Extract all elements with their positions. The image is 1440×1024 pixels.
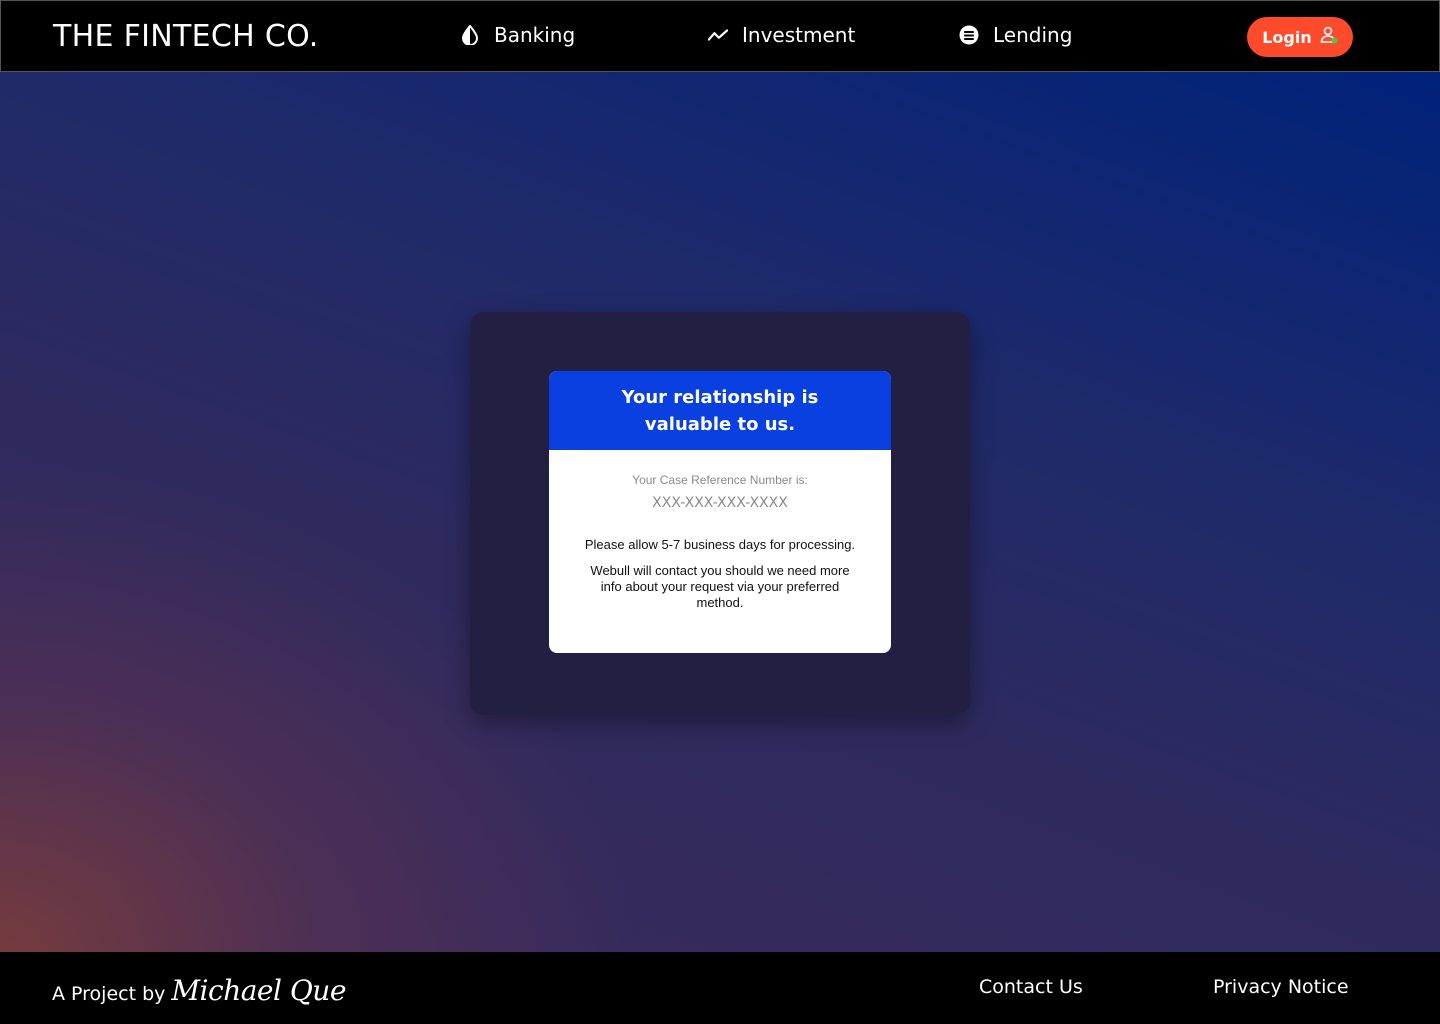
processing-note: Please allow 5-7 business days for proce…	[584, 537, 856, 552]
case-reference-number: XXX-XXX-XXX-XXXX	[652, 495, 788, 511]
author-signature: Michael Que	[171, 974, 346, 1007]
footer: A Project by Michael Que Contact Us Priv…	[0, 952, 1440, 1024]
confirmation-modal: Your relationship is valuable to us. You…	[549, 371, 891, 653]
nav-lending-label: Lending	[993, 23, 1073, 47]
nav-lending[interactable]: Lending	[959, 23, 1072, 47]
privacy-notice-link[interactable]: Privacy Notice	[1213, 976, 1349, 998]
login-button[interactable]: Login	[1247, 17, 1353, 57]
contrast-drop-icon	[460, 25, 480, 45]
user-icon	[1320, 26, 1338, 48]
brand-logo[interactable]: THE FINTECH CO.	[53, 19, 319, 54]
modal-title: Your relationship is valuable to us.	[549, 371, 891, 450]
nav-investment[interactable]: Investment	[708, 23, 855, 47]
nav-investment-label: Investment	[742, 23, 856, 47]
project-credit: A Project by Michael Que	[52, 974, 346, 1007]
login-label: Login	[1262, 27, 1312, 47]
contact-us-link[interactable]: Contact Us	[979, 976, 1083, 998]
project-prefix: A Project by	[52, 983, 166, 1005]
coins-icon	[959, 25, 979, 45]
nav-banking[interactable]: Banking	[460, 23, 575, 47]
case-reference-label: Your Case Reference Number is:	[632, 473, 808, 487]
nav-banking-label: Banking	[494, 23, 576, 47]
contact-note: Webull will contact you should we need m…	[590, 563, 850, 610]
top-navbar: THE FINTECH CO. Banking Investment Lendi…	[0, 0, 1440, 72]
trend-line-icon	[708, 25, 728, 45]
